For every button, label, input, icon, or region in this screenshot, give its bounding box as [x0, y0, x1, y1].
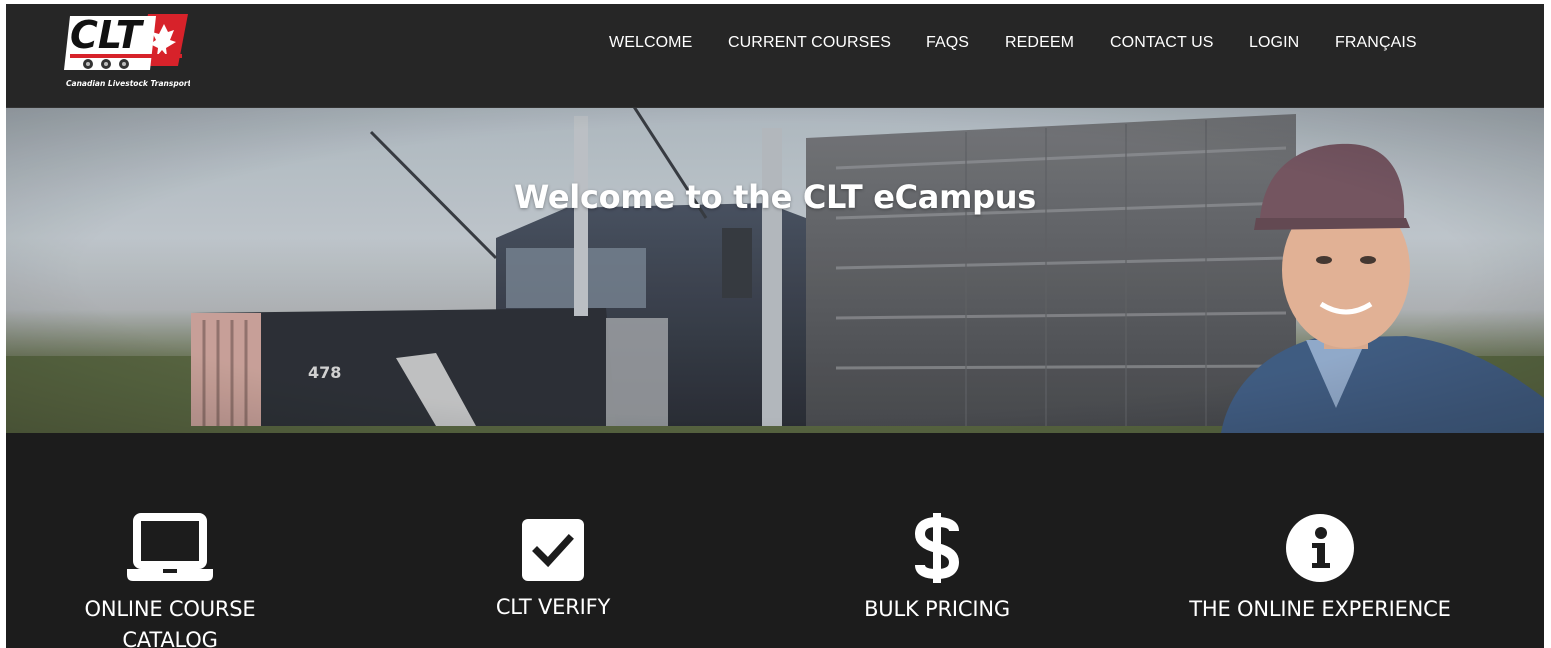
hero-banner: 478 Welcome	[6, 108, 1544, 433]
checkbox-icon	[453, 519, 653, 586]
logo-subtitle: Canadian Livestock Transport	[66, 79, 190, 88]
hero-title: Welcome to the CLT eCampus	[514, 178, 1036, 216]
features-row: ONLINE COURSE CATALOG CLT VERIFY BULK PR…	[6, 433, 1544, 648]
nav-login[interactable]: LOGIN	[1249, 34, 1299, 52]
page-frame: CLT Canadian Livestock Transport WELCOME…	[6, 4, 1544, 648]
site-header: CLT Canadian Livestock Transport WELCOME…	[6, 4, 1544, 108]
feature-online-experience[interactable]: THE ONLINE EXPERIENCE	[1170, 513, 1470, 625]
nav-redeem[interactable]: REDEEM	[1005, 34, 1074, 52]
laptop-icon	[70, 513, 270, 588]
feature-clt-verify[interactable]: CLT VERIFY	[453, 519, 653, 623]
nav-current-courses[interactable]: CURRENT COURSES	[728, 34, 891, 52]
nav-welcome[interactable]: WELCOME	[609, 34, 692, 52]
nav-contact-us[interactable]: CONTACT US	[1110, 34, 1214, 52]
main-nav: WELCOME CURRENT COURSES FAQS REDEEM CONT…	[6, 34, 1544, 54]
nav-faqs[interactable]: FAQS	[926, 34, 969, 52]
feature-label: ONLINE COURSE CATALOG	[84, 597, 256, 648]
dollar-icon	[837, 513, 1037, 588]
feature-online-course-catalog[interactable]: ONLINE COURSE CATALOG	[70, 513, 270, 648]
nav-francais[interactable]: FRANÇAIS	[1335, 34, 1417, 52]
feature-label: THE ONLINE EXPERIENCE	[1189, 597, 1451, 621]
feature-label: BULK PRICING	[864, 597, 1010, 621]
feature-bulk-pricing[interactable]: BULK PRICING	[837, 513, 1037, 625]
info-icon	[1170, 513, 1470, 588]
hero-image: 478	[6, 108, 1544, 433]
feature-label: CLT VERIFY	[495, 595, 611, 619]
